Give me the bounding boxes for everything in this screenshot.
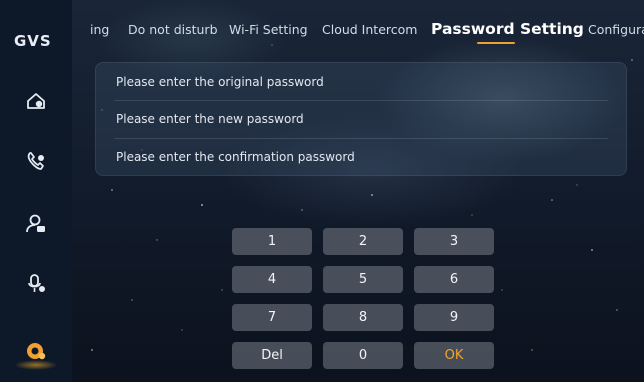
main-panel: ing Do not disturb Wi-Fi Setting Cloud I… — [72, 0, 644, 382]
sidebar: GVS — [0, 0, 73, 382]
user-camera-icon[interactable] — [24, 212, 48, 236]
confirm-password-field[interactable]: Please enter the confirmation password — [116, 138, 606, 176]
key-9[interactable]: 9 — [414, 304, 494, 331]
settings-tab-bar: ing Do not disturb Wi-Fi Setting Cloud I… — [72, 0, 644, 58]
home-monitor-icon[interactable] — [24, 89, 48, 113]
key-0[interactable]: 0 — [323, 342, 403, 369]
key-8[interactable]: 8 — [323, 304, 403, 331]
gvs-logo: GVS — [14, 32, 52, 50]
call-icon[interactable] — [24, 149, 48, 173]
original-password-field[interactable]: Please enter the original password — [116, 63, 606, 101]
tab-do-not-disturb[interactable]: Do not disturb — [128, 22, 218, 37]
key-6[interactable]: 6 — [414, 266, 494, 293]
microphone-icon[interactable] — [24, 272, 48, 296]
tab-ring[interactable]: ing — [90, 22, 109, 37]
key-7[interactable]: 7 — [232, 304, 312, 331]
new-password-field[interactable]: Please enter the new password — [116, 100, 606, 138]
numeric-keypad: 1 2 3 4 5 6 7 8 9 Del 0 OK — [232, 228, 498, 372]
tab-configuration[interactable]: Configura — [588, 22, 644, 37]
tab-cloud-intercom[interactable]: Cloud Intercom — [322, 22, 417, 37]
settings-icon[interactable] — [24, 339, 48, 363]
key-2[interactable]: 2 — [323, 228, 403, 255]
key-3[interactable]: 3 — [414, 228, 494, 255]
key-5[interactable]: 5 — [323, 266, 403, 293]
tab-password-setting[interactable]: Password Setting — [431, 20, 584, 38]
key-1[interactable]: 1 — [232, 228, 312, 255]
tab-wifi-setting[interactable]: Wi-Fi Setting — [229, 22, 308, 37]
ok-button[interactable]: OK — [414, 342, 494, 369]
key-4[interactable]: 4 — [232, 266, 312, 293]
active-tab-underline — [477, 42, 515, 44]
delete-key[interactable]: Del — [232, 342, 312, 369]
password-form: Please enter the original password Pleas… — [95, 62, 627, 176]
